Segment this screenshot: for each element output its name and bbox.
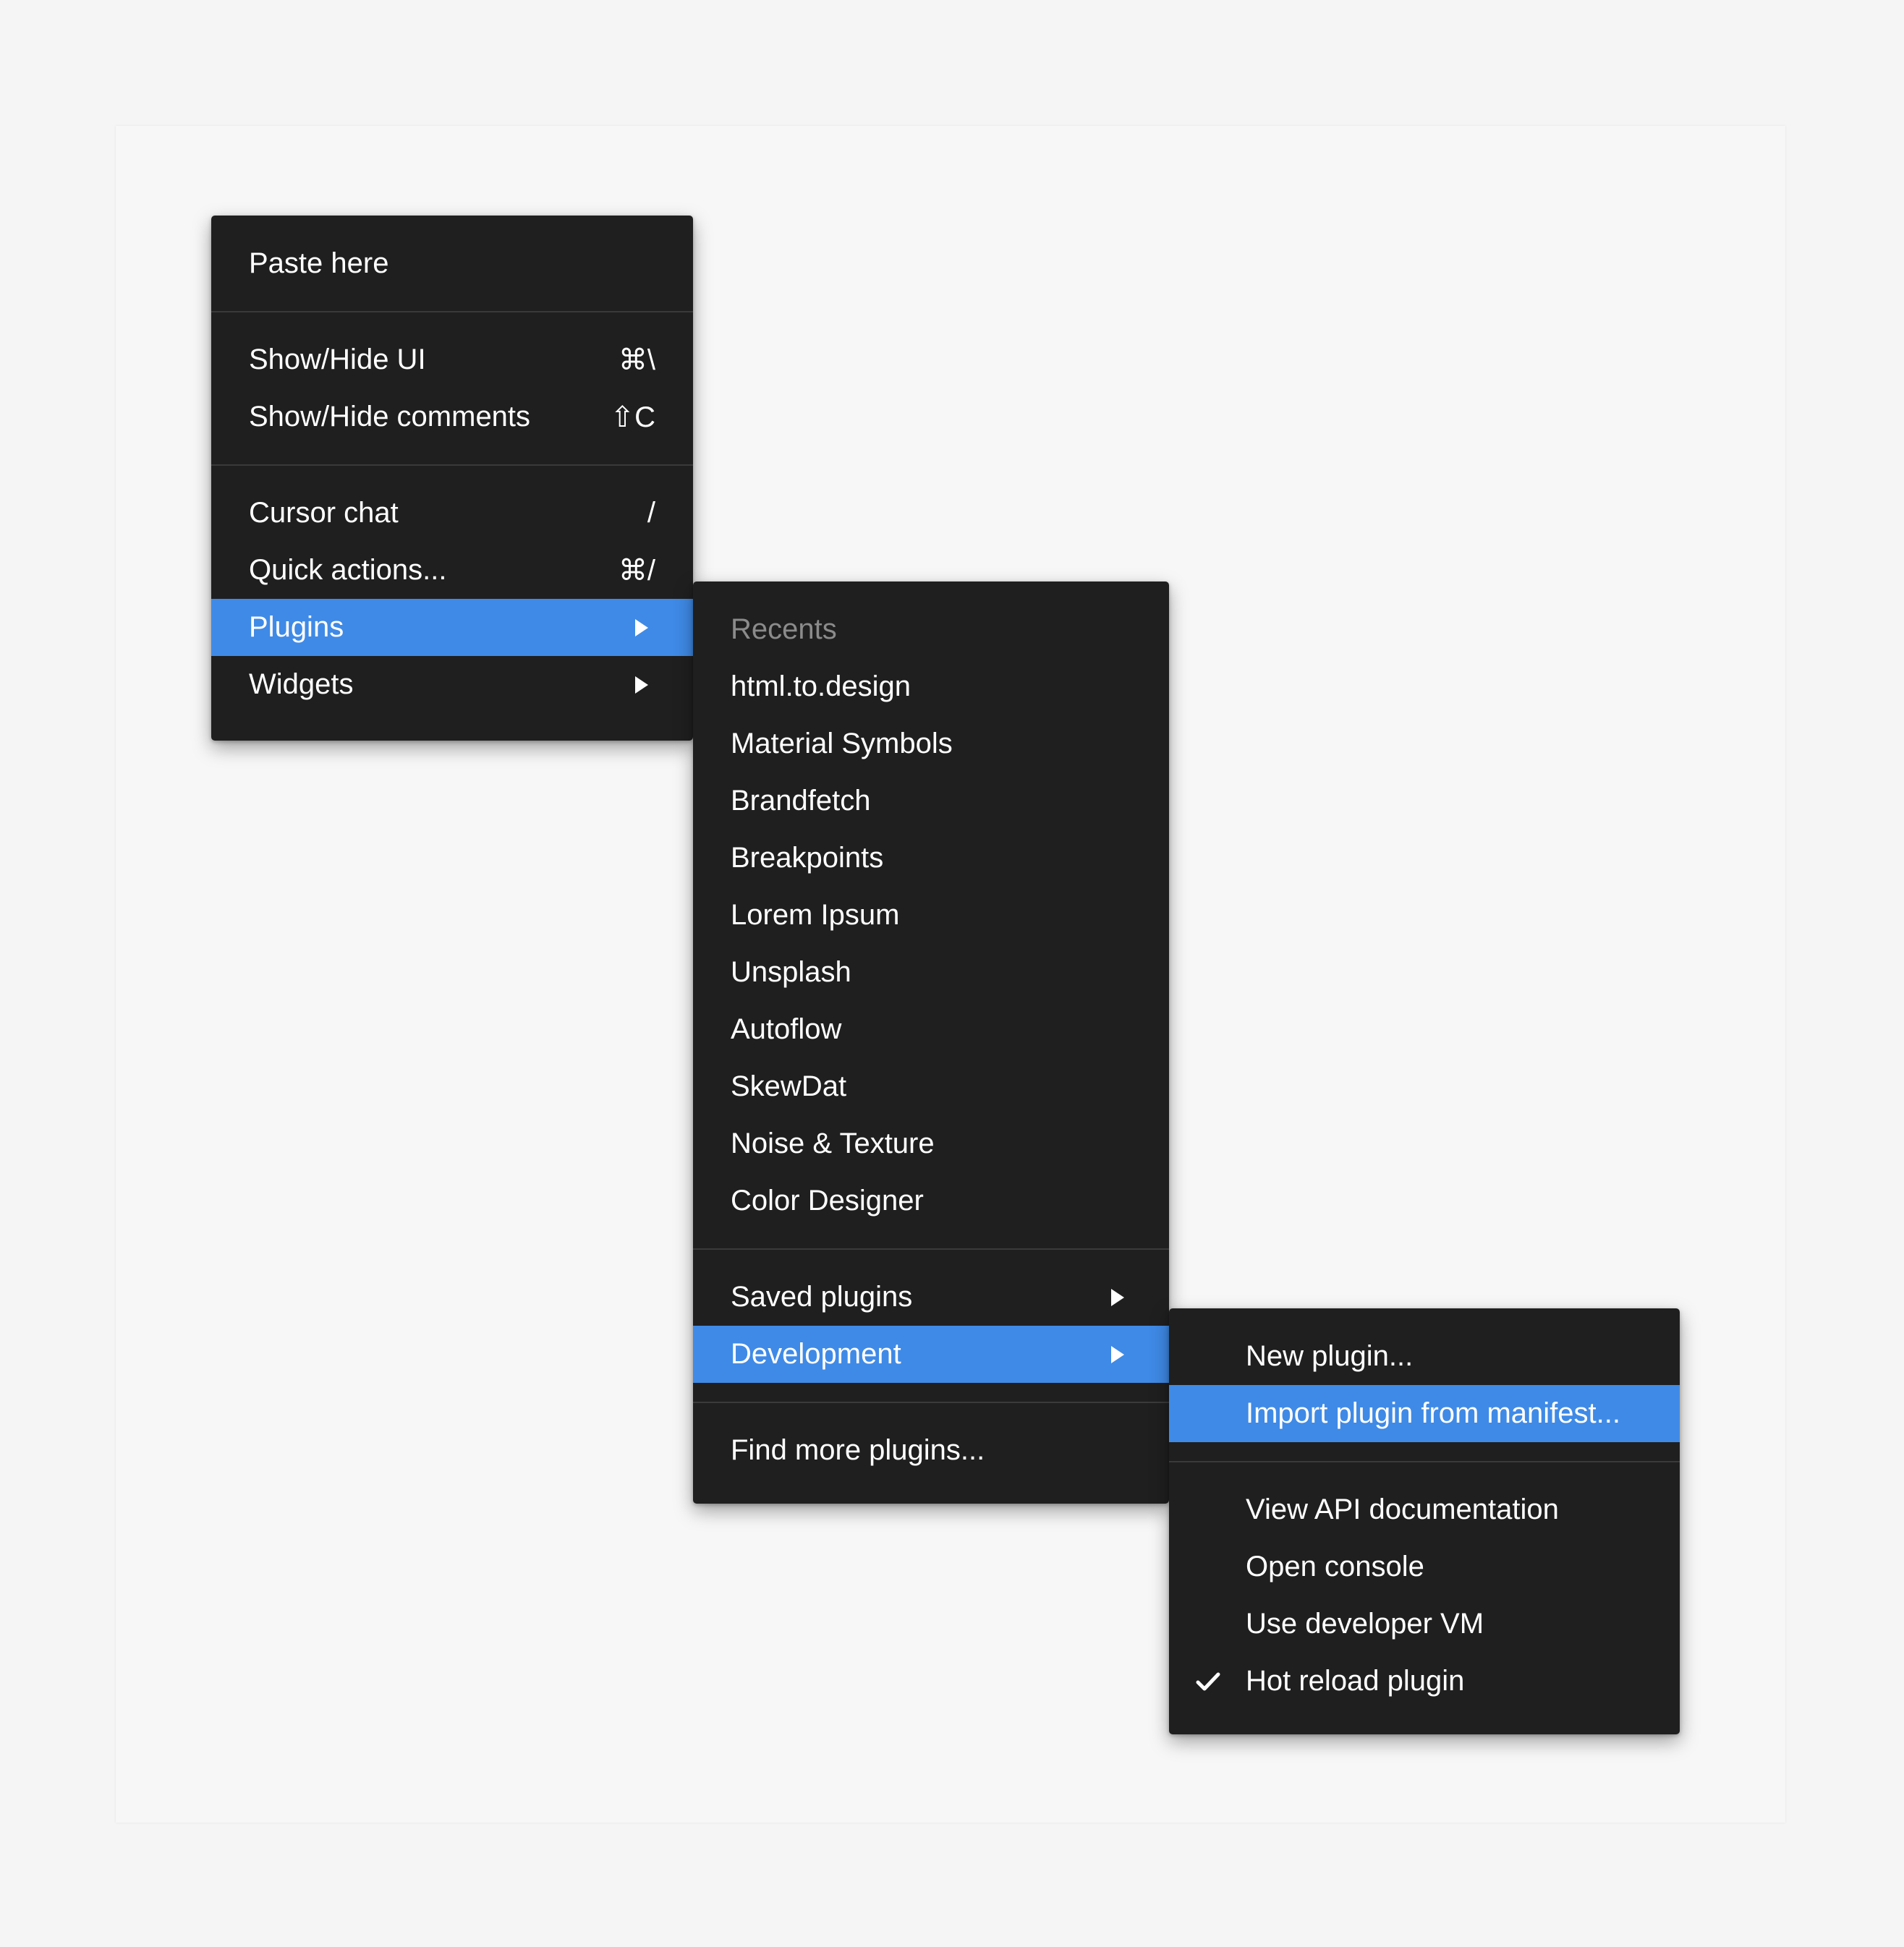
development-submenu: New plugin... Import plugin from manifes…	[1169, 1308, 1680, 1734]
menu-separator	[693, 1248, 1169, 1250]
recent-plugin-item[interactable]: SkewDat	[693, 1058, 1169, 1115]
shortcut-hint: ⇧C	[610, 401, 655, 433]
chevron-right-icon	[1111, 1288, 1124, 1306]
menu-item-label: Quick actions...	[249, 554, 447, 586]
menu-item-label: Breakpoints	[731, 842, 884, 874]
menu-separator	[211, 311, 693, 312]
menu-item-hot-reload[interactable]: Hot reload plugin	[1169, 1653, 1680, 1710]
menu-item-label: Brandfetch	[731, 785, 871, 817]
menu-item-plugins[interactable]: Plugins	[211, 599, 693, 656]
plugins-submenu: Recents html.to.design Material Symbols …	[693, 581, 1169, 1504]
shortcut-hint: ⌘\	[618, 344, 655, 376]
recent-plugin-item[interactable]: html.to.design	[693, 658, 1169, 715]
menu-item-cursor-chat[interactable]: Cursor chat /	[211, 485, 693, 542]
recent-plugin-item[interactable]: Unsplash	[693, 944, 1169, 1001]
context-menu: Paste here Show/Hide UI ⌘\ Show/Hide com…	[211, 216, 693, 741]
menu-item-label: Material Symbols	[731, 728, 953, 759]
menu-item-label: Use developer VM	[1246, 1608, 1484, 1640]
menu-item-label: Import plugin from manifest...	[1246, 1397, 1620, 1429]
chevron-right-icon	[635, 676, 648, 694]
section-heading-label: Recents	[731, 613, 837, 645]
menu-item-open-console[interactable]: Open console	[1169, 1538, 1680, 1595]
recent-plugin-item[interactable]: Color Designer	[693, 1172, 1169, 1230]
menu-separator	[211, 464, 693, 466]
menu-item-label: Hot reload plugin	[1246, 1665, 1465, 1697]
chevron-right-icon	[1111, 1345, 1124, 1363]
menu-item-label: View API documentation	[1246, 1494, 1559, 1525]
menu-separator	[693, 1402, 1169, 1403]
menu-item-widgets[interactable]: Widgets	[211, 656, 693, 713]
menu-item-label: Plugins	[249, 611, 344, 643]
shortcut-hint: /	[647, 497, 655, 529]
menu-item-label: Autoflow	[731, 1013, 842, 1045]
menu-item-show-hide-ui[interactable]: Show/Hide UI ⌘\	[211, 331, 693, 388]
chevron-right-icon	[635, 618, 648, 636]
recent-plugin-item[interactable]: Autoflow	[693, 1001, 1169, 1058]
menu-item-label: Saved plugins	[731, 1281, 913, 1313]
menu-item-label: html.to.design	[731, 670, 911, 702]
menu-item-label: Paste here	[249, 247, 389, 279]
shortcut-hint: ⌘/	[618, 554, 655, 587]
menu-item-label: Noise & Texture	[731, 1128, 935, 1159]
recent-plugin-item[interactable]: Lorem Ipsum	[693, 887, 1169, 944]
menu-item-paste-here[interactable]: Paste here	[211, 235, 693, 292]
recents-heading: Recents	[693, 601, 1169, 658]
menu-item-label: Development	[731, 1338, 901, 1370]
recent-plugin-item[interactable]: Noise & Texture	[693, 1115, 1169, 1172]
menu-item-import-manifest[interactable]: Import plugin from manifest...	[1169, 1385, 1680, 1442]
menu-item-label: Show/Hide comments	[249, 401, 531, 433]
recent-plugin-item[interactable]: Material Symbols	[693, 715, 1169, 772]
menu-item-label: Widgets	[249, 668, 354, 700]
menu-item-label: Open console	[1246, 1551, 1424, 1582]
menu-item-new-plugin[interactable]: New plugin...	[1169, 1328, 1680, 1385]
menu-item-label: New plugin...	[1246, 1340, 1414, 1372]
menu-item-label: Find more plugins...	[731, 1434, 985, 1466]
menu-item-label: Cursor chat	[249, 497, 399, 529]
menu-item-label: SkewDat	[731, 1070, 847, 1102]
menu-item-development[interactable]: Development	[693, 1326, 1169, 1383]
menu-item-view-api-docs[interactable]: View API documentation	[1169, 1481, 1680, 1538]
menu-separator	[1169, 1461, 1680, 1462]
checkmark-icon	[1196, 1672, 1220, 1690]
menu-item-use-developer-vm[interactable]: Use developer VM	[1169, 1595, 1680, 1653]
recent-plugin-item[interactable]: Brandfetch	[693, 772, 1169, 830]
menu-item-saved-plugins[interactable]: Saved plugins	[693, 1269, 1169, 1326]
menu-item-label: Unsplash	[731, 956, 851, 988]
menu-item-label: Lorem Ipsum	[731, 899, 900, 931]
menu-item-label: Color Designer	[731, 1185, 924, 1217]
recent-plugin-item[interactable]: Breakpoints	[693, 830, 1169, 887]
menu-item-show-hide-comments[interactable]: Show/Hide comments ⇧C	[211, 388, 693, 446]
menu-item-label: Show/Hide UI	[249, 344, 426, 375]
menu-item-find-more-plugins[interactable]: Find more plugins...	[693, 1422, 1169, 1479]
menu-item-quick-actions[interactable]: Quick actions... ⌘/	[211, 542, 693, 599]
